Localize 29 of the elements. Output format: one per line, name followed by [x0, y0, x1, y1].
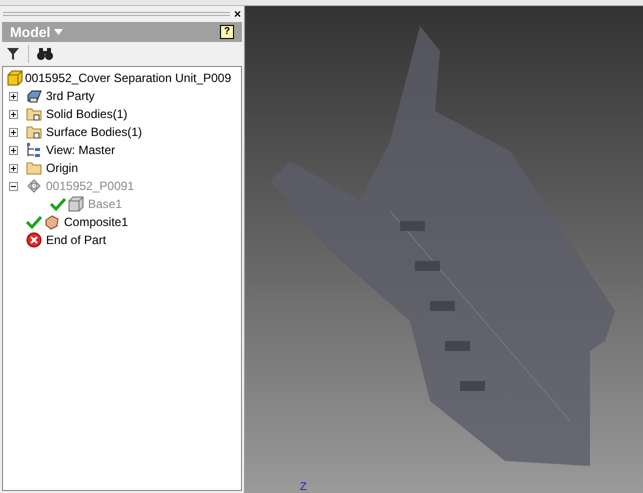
expand-icon[interactable] — [9, 128, 18, 136]
expand-icon[interactable] — [9, 164, 18, 172]
error-icon — [26, 232, 42, 248]
expand-icon[interactable] — [9, 146, 18, 154]
z-axis-label: Z — [300, 482, 307, 493]
tree-item-label[interactable]: Surface Bodies(1) — [46, 123, 142, 141]
filter-icon[interactable] — [6, 47, 20, 61]
view-tree-icon — [26, 142, 42, 158]
tree-item-label[interactable]: Composite1 — [64, 213, 128, 231]
part-cube-icon — [7, 70, 23, 86]
tree-item-label[interactable]: End of Part — [46, 231, 106, 249]
tree-item-label[interactable]: Origin — [46, 159, 78, 177]
folder-icon — [26, 106, 42, 122]
tree-item-label[interactable]: Solid Bodies(1) — [46, 105, 128, 123]
close-button[interactable]: × — [234, 8, 241, 20]
expand-icon[interactable] — [9, 92, 18, 100]
expand-icon[interactable] — [9, 110, 18, 118]
composite-icon — [44, 214, 60, 230]
folder-icon — [26, 124, 42, 140]
caret-icon — [54, 29, 64, 35]
tree-item-label[interactable]: View: Master — [46, 141, 116, 159]
third-party-icon — [26, 88, 42, 104]
help-button[interactable]: ? — [220, 25, 234, 39]
tree-item-label[interactable]: 0015952_Cover Separation Unit_P009 — [25, 69, 232, 87]
cube-icon — [68, 196, 84, 212]
derived-part-icon — [26, 178, 42, 194]
folder-icon — [26, 160, 42, 176]
tree-item-label[interactable]: 3rd Party — [46, 87, 95, 105]
binoculars-icon[interactable] — [37, 47, 53, 61]
